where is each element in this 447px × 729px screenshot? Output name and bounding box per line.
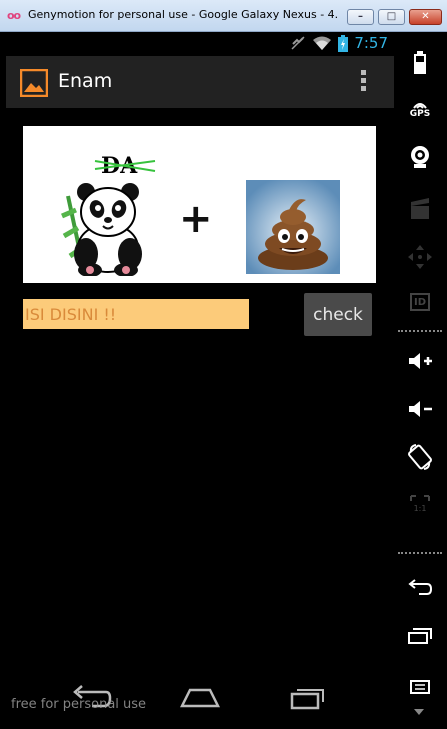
panda-image <box>61 183 142 276</box>
battery-icon <box>414 51 426 74</box>
emulator-toolbar: GPS ID 1:1 <box>394 32 447 729</box>
answer-input[interactable] <box>23 299 249 329</box>
recent-apps-tool-button[interactable] <box>400 620 440 650</box>
rotate-button[interactable] <box>400 442 440 472</box>
gps-icon <box>413 102 427 109</box>
recent-apps-icon[interactable] <box>288 684 328 710</box>
scroll-down-icon[interactable] <box>414 709 424 715</box>
action-bar: Enam <box>6 56 394 108</box>
dpad-tool-button[interactable] <box>400 242 440 272</box>
gps-label: GPS <box>409 108 431 119</box>
rotate-icon <box>408 444 432 470</box>
toolbar-divider <box>398 552 442 554</box>
minimize-button[interactable]: – <box>347 9 374 25</box>
id-icon: ID <box>410 293 430 311</box>
maximize-icon: □ <box>386 11 397 22</box>
menu-tool-button[interactable] <box>400 672 440 702</box>
scale-label: 1:1 <box>413 503 427 513</box>
volume-down-button[interactable] <box>400 394 440 424</box>
back-icon <box>408 579 433 595</box>
video-icon <box>411 198 429 219</box>
plus-operator: + <box>179 196 213 242</box>
battery-tool-button[interactable] <box>400 48 440 78</box>
gps-tool-button[interactable]: GPS <box>400 94 440 124</box>
window-title: Genymotion for personal use - Google Gal… <box>28 8 338 21</box>
volume-down-icon <box>409 401 432 417</box>
puzzle-image: DA + <box>23 126 376 283</box>
video-tool-button[interactable] <box>400 194 440 224</box>
mute-icon <box>291 36 305 50</box>
battery-icon <box>338 34 349 52</box>
maximize-button[interactable]: □ <box>378 9 405 25</box>
volume-up-icon <box>409 353 432 369</box>
status-bar: 7:57 <box>6 32 394 56</box>
volume-up-button[interactable] <box>400 346 440 376</box>
camera-tool-button[interactable] <box>400 142 440 172</box>
dpad-icon <box>408 245 432 269</box>
toolbar-divider <box>398 330 442 332</box>
camera-icon <box>411 146 429 168</box>
close-icon: ✕ <box>421 11 430 22</box>
home-icon[interactable] <box>180 684 220 710</box>
back-tool-button[interactable] <box>400 572 440 602</box>
android-screen: 7:57 Enam DA <box>6 32 394 729</box>
close-button[interactable]: ✕ <box>409 9 442 25</box>
scale-button[interactable]: 1:1 <box>400 488 440 518</box>
menu-icon <box>410 680 430 694</box>
id-tool-button[interactable]: ID <box>400 287 440 317</box>
watermark-text: free for personal use <box>11 697 147 712</box>
window-title-bar[interactable]: oo Genymotion for personal use - Google … <box>0 0 447 32</box>
overflow-menu-icon[interactable] <box>358 70 368 96</box>
check-button[interactable]: check <box>304 293 372 336</box>
app-title: Enam <box>58 70 113 92</box>
minimize-icon: – <box>358 11 363 22</box>
clock: 7:57 <box>354 34 388 52</box>
recent-apps-icon <box>408 628 432 644</box>
poop-emoji-image <box>246 180 340 274</box>
picture-icon[interactable] <box>20 69 48 97</box>
genymotion-logo-icon: oo <box>7 9 21 22</box>
wifi-icon <box>313 36 332 50</box>
scale-icon <box>410 494 430 501</box>
